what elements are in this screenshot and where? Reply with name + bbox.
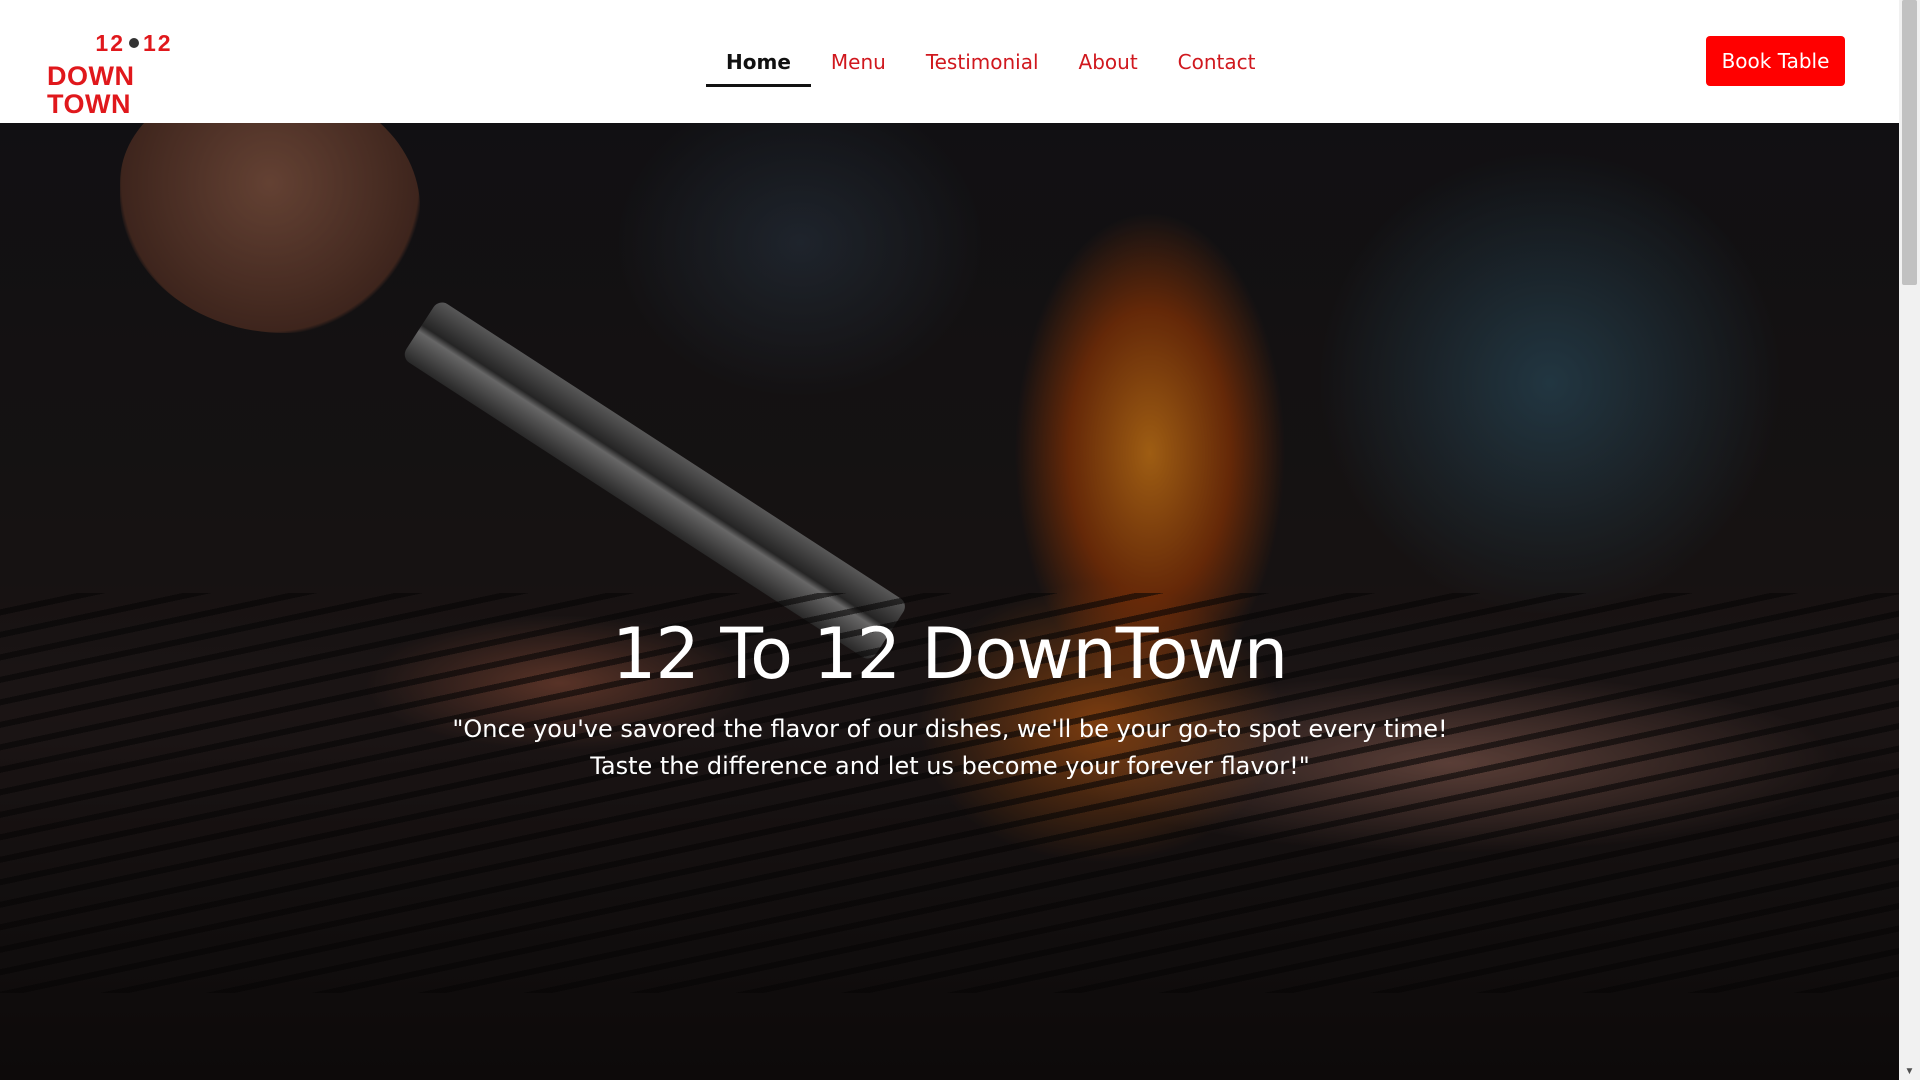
hero-section: 12 To 12 DownTown "Once you've savored t… (0, 123, 1899, 1080)
nav-about[interactable]: About (1059, 0, 1158, 123)
logo-top-line: 12 12 (95, 31, 172, 55)
logo-number-right: 12 (143, 29, 173, 56)
scrollbar-thumb[interactable] (1902, 0, 1917, 285)
logo[interactable]: 12 12 DOWN TOWN (47, 31, 221, 118)
triangle-down-icon[interactable]: ▼ (1899, 1063, 1920, 1080)
nav-contact[interactable]: Contact (1158, 0, 1276, 123)
nav-home[interactable]: Home (706, 0, 811, 123)
hero-title: 12 To 12 DownTown (611, 613, 1288, 695)
logo-number-left: 12 (95, 29, 125, 56)
nav-menu[interactable]: Menu (811, 0, 906, 123)
hero-subtitle: "Once you've savored the flavor of our d… (452, 715, 1448, 780)
site-header: 12 12 DOWN TOWN Home Menu Testimonial Ab… (0, 0, 1899, 123)
page: 12 12 DOWN TOWN Home Menu Testimonial Ab… (0, 0, 1920, 1080)
main-nav: Home Menu Testimonial About Contact (706, 0, 1275, 123)
page-scrollbar[interactable]: ▼ (1899, 0, 1920, 1080)
hero-overlay (0, 123, 1899, 1080)
clock-dot-icon (129, 37, 139, 48)
logo-wordmark: DOWN TOWN (47, 60, 135, 119)
book-table-button[interactable]: Book Table (1706, 36, 1845, 86)
nav-testimonial[interactable]: Testimonial (906, 0, 1059, 123)
